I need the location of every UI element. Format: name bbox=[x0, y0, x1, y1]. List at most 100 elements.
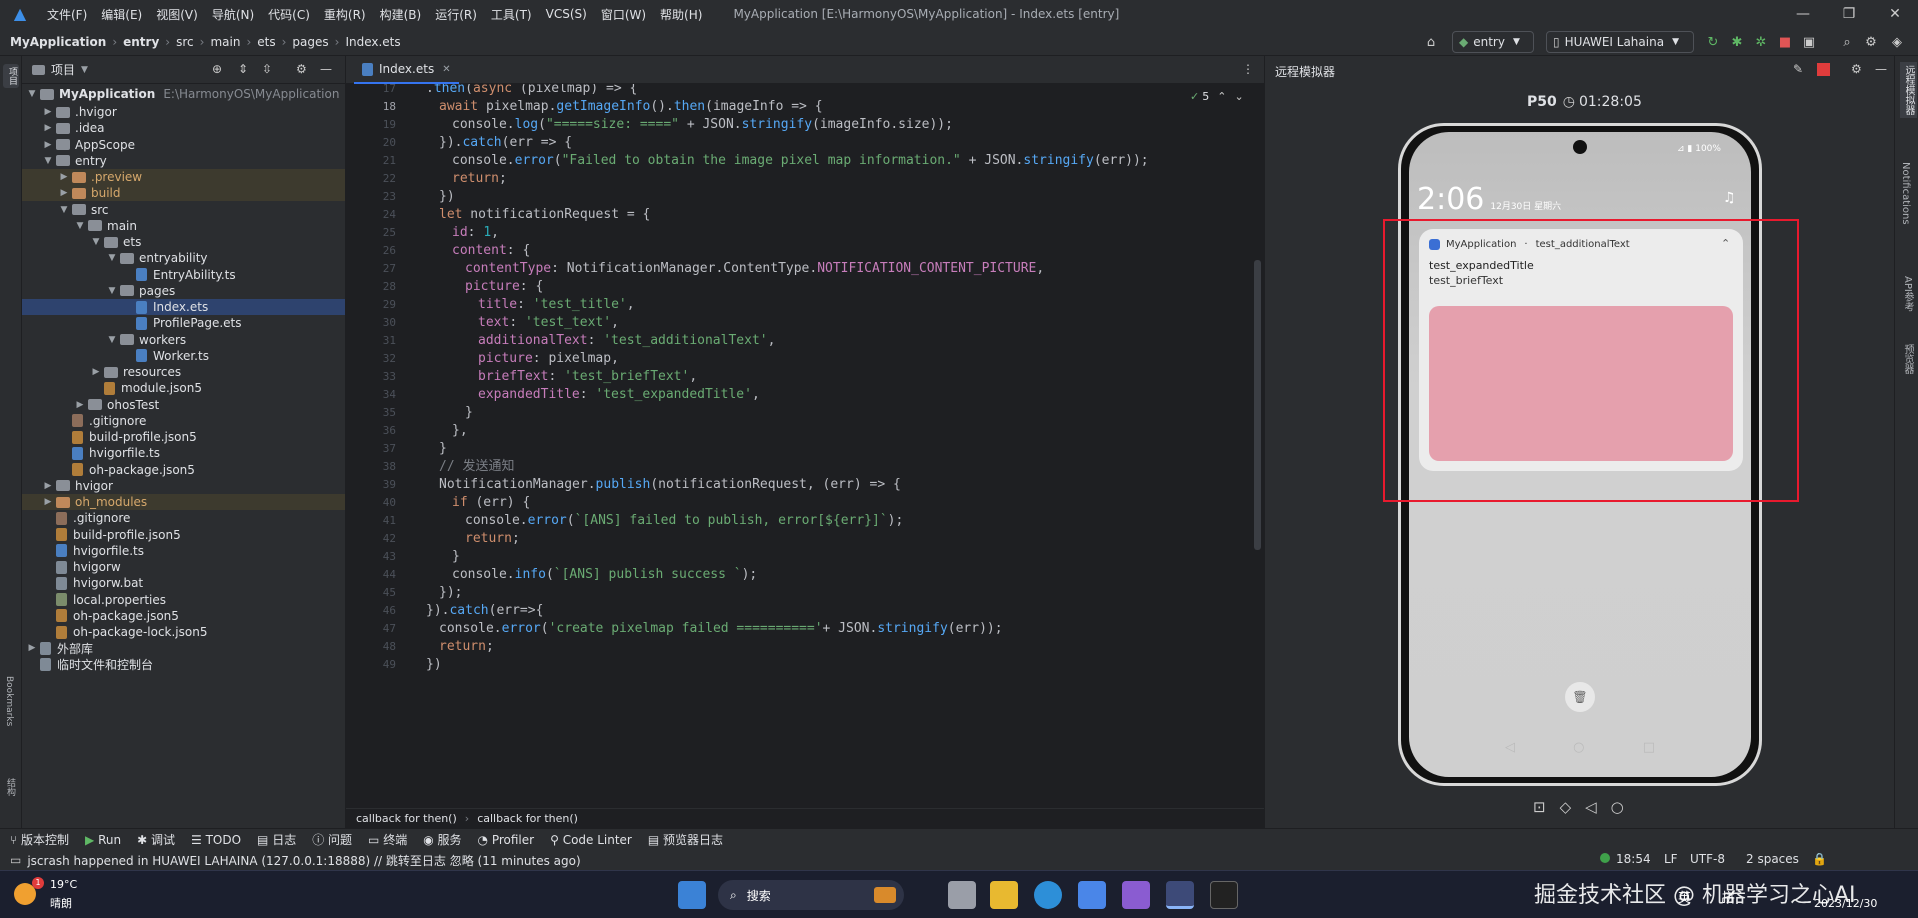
tree-row[interactable]: ▶ resources bbox=[22, 364, 345, 380]
chevron-down-icon[interactable]: ▼ bbox=[106, 335, 118, 345]
menu-view[interactable]: 视图(V) bbox=[149, 6, 205, 23]
breadcrumb-ets[interactable]: ets bbox=[257, 35, 275, 49]
locate-icon[interactable]: ⊕ bbox=[212, 62, 222, 76]
minimize-icon[interactable]: — bbox=[1780, 0, 1826, 28]
menu-code[interactable]: 代码(C) bbox=[261, 6, 317, 23]
rerun-icon[interactable]: ↻ bbox=[1704, 33, 1722, 51]
tree-row[interactable]: ▶ .idea bbox=[22, 120, 345, 136]
chevron-down-icon[interactable]: ▼ bbox=[90, 237, 102, 247]
debug-icon[interactable]: ✱ bbox=[1728, 33, 1746, 51]
windows-start-icon[interactable] bbox=[678, 881, 706, 909]
tree-row[interactable]: ▼ workers bbox=[22, 332, 345, 348]
tree-row[interactable]: ▶ .hvigor bbox=[22, 104, 345, 120]
back-icon[interactable]: ◁ bbox=[1505, 740, 1515, 755]
rotate-icon[interactable]: ◇ bbox=[1560, 798, 1572, 816]
settings-icon[interactable]: ⚙ bbox=[1862, 33, 1880, 51]
more-options-icon[interactable]: ⋮ bbox=[1242, 62, 1254, 76]
tree-row[interactable]: ProfilePage.ets bbox=[22, 315, 345, 331]
run-config-select[interactable]: ◆ entry ▼ bbox=[1452, 31, 1534, 53]
tree-row[interactable]: ▼ main bbox=[22, 218, 345, 234]
home-icon[interactable]: ○ bbox=[1611, 798, 1624, 816]
breadcrumb-file[interactable]: Index.ets bbox=[345, 35, 400, 49]
breadcrumb-main[interactable]: main bbox=[210, 35, 240, 49]
code-line[interactable]: }) bbox=[426, 654, 442, 676]
ime-lang[interactable]: 英 bbox=[1678, 887, 1691, 906]
chevron-down-icon[interactable]: ▼ bbox=[106, 286, 118, 296]
chevron-right-icon[interactable]: ▶ bbox=[42, 497, 54, 507]
lock-icon[interactable]: 🔒 bbox=[1812, 852, 1827, 866]
menu-window[interactable]: 窗口(W) bbox=[594, 6, 653, 23]
screenshot-icon[interactable]: ⊡ bbox=[1533, 798, 1546, 816]
remote-emulator-tool-button[interactable]: 远程模拟器 bbox=[1900, 62, 1917, 118]
chevron-right-icon[interactable]: ▶ bbox=[74, 400, 86, 410]
tool-profiler[interactable]: ◔ Profiler bbox=[478, 833, 535, 847]
tool-terminal[interactable]: ▭ 终端 bbox=[368, 831, 407, 848]
tree-row[interactable]: ▶ hvigor bbox=[22, 478, 345, 494]
tree-row[interactable]: ▼ ets bbox=[22, 234, 345, 250]
editor-scrollbar[interactable] bbox=[1254, 260, 1261, 550]
store-icon[interactable] bbox=[1078, 881, 1106, 909]
tool-services[interactable]: ◉ 服务 bbox=[423, 831, 461, 848]
tree-row[interactable]: ▼ pages bbox=[22, 283, 345, 299]
tree-row[interactable]: build-profile.json5 bbox=[22, 527, 345, 543]
chevron-right-icon[interactable]: ▶ bbox=[42, 107, 54, 117]
hammer-icon[interactable]: ⌂ bbox=[1422, 33, 1440, 51]
bell-icon[interactable]: ♫ bbox=[1723, 190, 1736, 206]
breadcrumb-pages[interactable]: pages bbox=[292, 35, 328, 49]
code-line[interactable]: return; bbox=[452, 168, 507, 190]
tree-row[interactable]: oh-package.json5 bbox=[22, 462, 345, 478]
tree-row[interactable]: ▶ ohosTest bbox=[22, 397, 345, 413]
menu-vcs[interactable]: VCS(S) bbox=[539, 7, 594, 21]
code-line[interactable]: console.error('create pixelmap failed ==… bbox=[439, 618, 1003, 640]
code-content[interactable]: .then(async (pixelmap) => {await pixelma… bbox=[404, 84, 1254, 808]
chevron-down-icon[interactable]: ▼ bbox=[106, 253, 118, 263]
file-encoding[interactable]: UTF-8 bbox=[1690, 852, 1725, 866]
tree-row[interactable]: Index.ets bbox=[22, 299, 345, 315]
stop-icon[interactable]: ■ bbox=[1776, 33, 1794, 51]
stop-emulator-icon[interactable] bbox=[1817, 63, 1830, 76]
chevron-right-icon[interactable]: ▶ bbox=[90, 367, 102, 377]
tree-row[interactable]: Worker.ts bbox=[22, 348, 345, 364]
menu-navigate[interactable]: 导航(N) bbox=[205, 6, 261, 23]
tree-row[interactable]: module.json5 bbox=[22, 380, 345, 396]
visual-studio-icon[interactable] bbox=[1122, 881, 1150, 909]
tree-row[interactable]: ▶ 外部库 bbox=[22, 640, 345, 656]
tree-row[interactable]: hvigorfile.ts bbox=[22, 543, 345, 559]
tree-row-root[interactable]: ▼ MyApplication E:\HarmonyOS\MyApplicati… bbox=[22, 84, 345, 104]
previewer-tool-button[interactable]: 预览器 bbox=[1900, 344, 1915, 374]
tree-row[interactable]: .gitignore bbox=[22, 413, 345, 429]
tree-row[interactable]: build-profile.json5 bbox=[22, 429, 345, 445]
notifications-tool-button[interactable]: Notifications bbox=[1900, 162, 1911, 225]
tool-run[interactable]: ▶ Run bbox=[85, 833, 121, 847]
chevron-right-icon[interactable]: ▶ bbox=[42, 140, 54, 150]
tree-row[interactable]: hvigorfile.ts bbox=[22, 445, 345, 461]
tree-row[interactable]: local.properties bbox=[22, 592, 345, 608]
tree-row[interactable]: hvigorw bbox=[22, 559, 345, 575]
line-separator[interactable]: LF bbox=[1664, 852, 1678, 866]
recents-icon[interactable]: □ bbox=[1643, 740, 1655, 755]
tool-code-linter[interactable]: ⚲ Code Linter bbox=[550, 833, 632, 847]
menu-help[interactable]: 帮助(H) bbox=[653, 6, 709, 23]
structure-tool-button[interactable]: 结构 bbox=[4, 778, 17, 796]
tree-row[interactable]: oh-package.json5 bbox=[22, 608, 345, 624]
device-manager-icon[interactable]: ▣ bbox=[1800, 33, 1818, 51]
task-view-icon[interactable] bbox=[948, 881, 976, 909]
menu-edit[interactable]: 编辑(E) bbox=[94, 6, 149, 23]
tool-previewer-log[interactable]: ▤ 预览器日志 bbox=[648, 831, 723, 848]
tab-index-ets[interactable]: Index.ets ✕ bbox=[354, 56, 459, 84]
breadcrumb-src[interactable]: src bbox=[176, 35, 194, 49]
tool-vcs[interactable]: ⑂ 版本控制 bbox=[10, 831, 69, 848]
code-line[interactable]: return; bbox=[465, 528, 520, 550]
tool-log[interactable]: ▤ 日志 bbox=[257, 831, 296, 848]
tree-row[interactable]: 临时文件和控制台 bbox=[22, 657, 345, 673]
indent-setting[interactable]: 2 spaces bbox=[1746, 852, 1799, 866]
chevron-right-icon[interactable]: ▶ bbox=[26, 643, 38, 653]
code-line[interactable]: console.info(`[ANS] publish success `); bbox=[452, 564, 757, 586]
deveco-studio-icon[interactable] bbox=[1166, 881, 1194, 909]
expand-all-icon[interactable]: ⇕ bbox=[238, 62, 248, 76]
weather-temp[interactable]: 19°C bbox=[50, 878, 77, 891]
tree-row[interactable]: EntryAbility.ts bbox=[22, 267, 345, 283]
hide-panel-icon[interactable]: — bbox=[320, 62, 332, 76]
caret-position[interactable]: 18:54 bbox=[1616, 852, 1651, 866]
plugin-icon[interactable]: ◈ bbox=[1888, 33, 1906, 51]
